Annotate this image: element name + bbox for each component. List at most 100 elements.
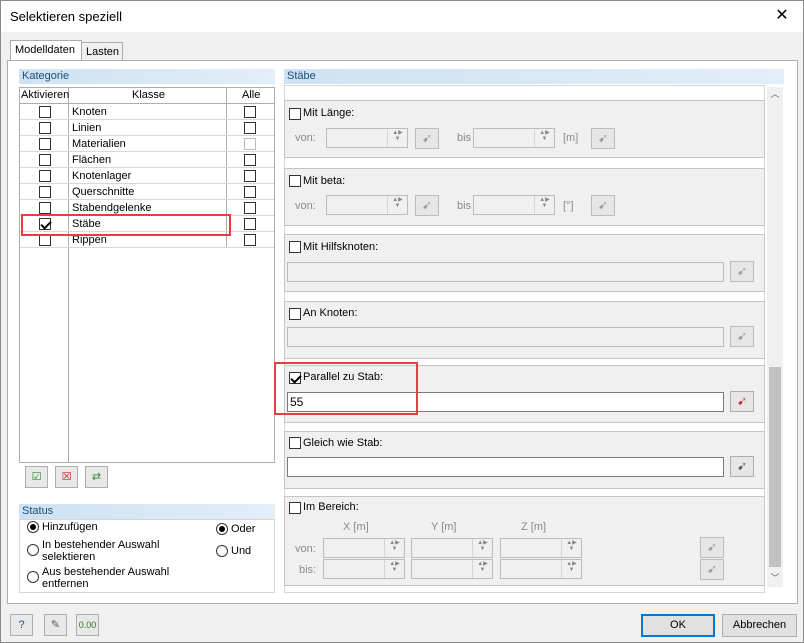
- label-bis-beta: bis: [457, 200, 472, 212]
- category-label: Linien: [72, 122, 102, 134]
- category-row[interactable]: Knotenlager: [20, 168, 274, 184]
- label-z: Z [m]: [521, 521, 547, 533]
- pick-icon[interactable]: ➹: [591, 195, 615, 216]
- scroll-up-icon[interactable]: ︿: [767, 87, 783, 103]
- field-an-knoten[interactable]: [287, 327, 724, 347]
- spin-bis-beta[interactable]: ▲▶ ▼: [473, 195, 555, 215]
- label-oder: Oder: [231, 523, 256, 535]
- deselect-all-icon[interactable]: ☒: [55, 466, 78, 488]
- checkbox-alle[interactable]: [244, 154, 256, 166]
- pick-icon[interactable]: ➹: [730, 326, 754, 347]
- label-mit-laenge: Mit Länge:: [303, 107, 355, 119]
- checkbox-alle[interactable]: [244, 138, 256, 150]
- radio-in-auswahl[interactable]: [27, 544, 39, 556]
- checkbox-aktivieren[interactable]: [39, 138, 51, 150]
- close-icon[interactable]: ✕: [770, 5, 794, 27]
- checkbox-alle[interactable]: [244, 234, 256, 246]
- checkbox-aktivieren[interactable]: [39, 170, 51, 182]
- title-bar: Selektieren speziell ✕: [1, 1, 803, 32]
- checkbox-aktivieren[interactable]: [39, 202, 51, 214]
- tab-lasten[interactable]: Lasten: [81, 42, 123, 62]
- checkbox-alle[interactable]: [244, 202, 256, 214]
- label-in-auswahl: In bestehender Auswahl selektieren: [42, 539, 160, 563]
- scroll-down-icon[interactable]: ﹀: [767, 571, 783, 587]
- label-von-bereich: von:: [295, 543, 316, 555]
- checkbox-alle[interactable]: [244, 106, 256, 118]
- tab-modelldaten[interactable]: Modelldaten: [10, 40, 82, 62]
- spin-x-von[interactable]: ▲▶ ▼: [323, 538, 405, 558]
- help-icon[interactable]: ?: [10, 614, 33, 636]
- label-von-beta: von:: [295, 200, 316, 212]
- checkbox-aktivieren[interactable]: [39, 154, 51, 166]
- field-hilfsknoten[interactable]: [287, 262, 724, 282]
- col-aktivieren: Aktivieren: [21, 89, 70, 101]
- pick-icon[interactable]: ➹: [730, 391, 754, 412]
- checkbox-alle[interactable]: [244, 218, 256, 230]
- ok-button[interactable]: OK: [641, 614, 715, 637]
- checkbox-mit-laenge[interactable]: [289, 108, 301, 120]
- checkbox-alle[interactable]: [244, 170, 256, 182]
- category-label: Knotenlager: [72, 170, 132, 182]
- col-alle: Alle: [242, 89, 261, 101]
- radio-oder[interactable]: [216, 523, 228, 535]
- label-im-bereich: Im Bereich:: [303, 501, 359, 513]
- label-x: X [m]: [343, 521, 369, 533]
- spin-bis-laenge[interactable]: ▲▶ ▼: [473, 128, 555, 148]
- pick-icon[interactable]: ➹: [591, 128, 615, 149]
- spin-z-von[interactable]: ▲▶ ▼: [500, 538, 582, 558]
- scroll-thumb[interactable]: [769, 367, 781, 567]
- radio-aus-auswahl[interactable]: [27, 571, 39, 583]
- checkbox-gleich[interactable]: [289, 437, 301, 449]
- category-row[interactable]: Materialien: [20, 136, 274, 152]
- category-row[interactable]: Querschnitte: [20, 184, 274, 200]
- spin-x-bis[interactable]: ▲▶ ▼: [323, 559, 405, 579]
- radio-hinzufuegen[interactable]: [27, 521, 39, 533]
- category-row[interactable]: Knoten: [20, 104, 274, 120]
- pick-icon[interactable]: ➹: [415, 128, 439, 149]
- highlight-parallel: [274, 362, 418, 415]
- pick-icon[interactable]: ➹: [730, 261, 754, 282]
- kategorie-header: Kategorie: [19, 69, 275, 84]
- checkbox-aktivieren[interactable]: [39, 106, 51, 118]
- category-row[interactable]: Linien: [20, 120, 274, 136]
- category-row[interactable]: Flächen: [20, 152, 274, 168]
- spin-y-bis[interactable]: ▲▶ ▼: [411, 559, 493, 579]
- staebe-header: Stäbe: [284, 69, 784, 84]
- field-gleich[interactable]: [287, 457, 724, 477]
- checkbox-an-knoten[interactable]: [289, 308, 301, 320]
- label-von-laenge: von:: [295, 132, 316, 144]
- label-bis-bereich: bis:: [299, 564, 317, 576]
- spin-von-beta[interactable]: ▲▶ ▼: [326, 195, 408, 215]
- radio-und[interactable]: [216, 545, 228, 557]
- checkbox-im-bereich[interactable]: [289, 502, 301, 514]
- spin-y-von[interactable]: ▲▶ ▼: [411, 538, 493, 558]
- spin-z-bis[interactable]: ▲▶ ▼: [500, 559, 582, 579]
- edit-icon[interactable]: ✎: [44, 614, 67, 636]
- checkbox-aktivieren[interactable]: [39, 186, 51, 198]
- label-mit-beta: Mit beta:: [303, 175, 346, 187]
- label-aus-auswahl: Aus bestehender Auswahl entfernen: [42, 566, 170, 590]
- pick-icon[interactable]: ➹: [700, 537, 724, 558]
- status-header: Status: [19, 504, 275, 519]
- label-gleich: Gleich wie Stab:: [303, 437, 383, 449]
- checkbox-alle[interactable]: [244, 186, 256, 198]
- highlight-staebe-row: [21, 214, 231, 236]
- category-label: Flächen: [72, 154, 112, 166]
- checkbox-mit-beta[interactable]: [289, 175, 301, 187]
- checkbox-alle[interactable]: [244, 122, 256, 134]
- unit-laenge: [m]: [563, 132, 579, 144]
- checkbox-mit-hilfsknoten[interactable]: [289, 241, 301, 253]
- units-icon[interactable]: 0.00: [76, 614, 99, 636]
- label-hinzufuegen: Hinzufügen: [42, 521, 98, 533]
- checkbox-aktivieren[interactable]: [39, 122, 51, 134]
- cancel-button[interactable]: Abbrechen: [722, 614, 797, 637]
- col-klasse: Klasse: [132, 89, 166, 101]
- pick-icon[interactable]: ➹: [730, 456, 754, 477]
- select-all-icon[interactable]: ☑: [25, 466, 48, 488]
- scrollbar[interactable]: ︿ ﹀: [767, 87, 783, 587]
- invert-selection-icon[interactable]: ⇄: [85, 466, 108, 488]
- spin-von-laenge[interactable]: ▲▶ ▼: [326, 128, 408, 148]
- pick-icon[interactable]: ➹: [700, 559, 724, 580]
- pick-icon[interactable]: ➹: [415, 195, 439, 216]
- category-label: Querschnitte: [72, 186, 135, 198]
